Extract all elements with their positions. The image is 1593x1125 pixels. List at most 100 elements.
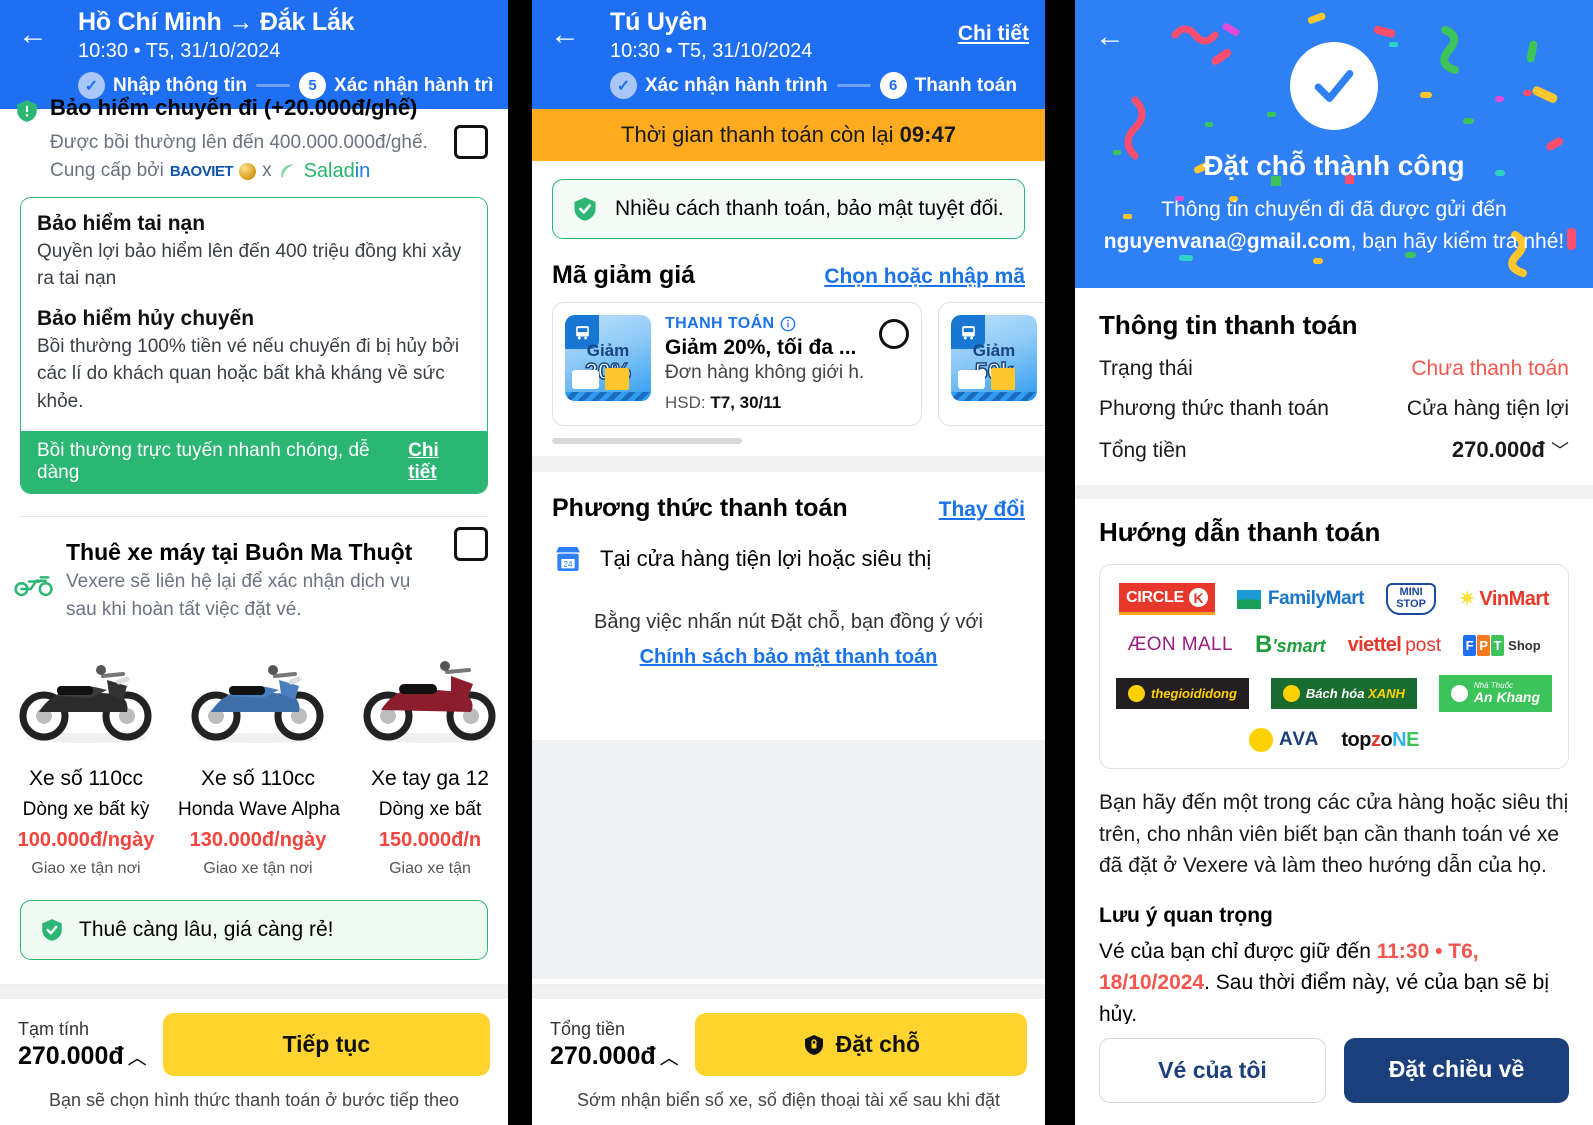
book-seat-button[interactable]: Đặt chỗ [694,1013,1027,1076]
panel-booking-success: ← Đặt chỗ thành công Thông tin chuyến đi… [1075,0,1593,1125]
chevron-down-icon[interactable]: ﹀ [1551,441,1569,461]
insurance-benefits-card: Bảo hiểm tai nạn Quyền lợi bảo hiểm lên … [20,196,488,495]
back-arrow-icon[interactable]: ← [1095,22,1125,52]
voucher-card[interactable]: Giảm 50k [938,302,1045,426]
fpt-shop-text: Shop [1508,637,1541,653]
motorbike-photo [178,637,338,755]
success-content: Đặt chỗ thành công Thông tin chuyến đi đ… [1075,42,1593,257]
step-thanh-toan[interactable]: 6 Thanh toán [879,72,1017,99]
motorbike-card[interactable]: Xe tay ga 12 Dòng xe bất 150.000đ/n Giao… [344,637,508,878]
section-separator [532,456,1045,472]
book-return-trip-button[interactable]: Đặt chiều về [1344,1038,1569,1103]
voucher-radio[interactable] [879,319,909,349]
step-label: Xác nhận hành trình [334,74,494,96]
panel-payment: ← Tú Uyên 10:30 • T5, 31/10/2024 Chi tiế… [532,0,1045,1125]
ticket-shape-icon [958,370,985,389]
motorbike-card[interactable]: Xe số 110cc Dòng xe bất kỳ 100.000đ/ngày… [0,637,172,878]
panel2-header: ← Tú Uyên 10:30 • T5, 31/10/2024 Chi tiế… [532,0,1045,109]
insurance-benefits-footer: Bồi thường trực tuyến nhanh chóng, dễ dà… [21,431,487,494]
voucher-thumbnail: Giảm 20% [565,315,651,401]
success-hero: ← Đặt chỗ thành công Thông tin chuyến đi… [1075,0,1593,288]
agreement-block: Bằng việc nhấn nút Đặt chỗ, bạn đồng ý v… [532,575,1045,673]
chevron-up-icon[interactable]: ︿ [128,1048,147,1069]
step-xac-nhan-hanh-trinh[interactable]: ✓ Xác nhận hành trình [610,72,828,99]
payment-method-title: Phương thức thanh toán [552,494,848,522]
motorbike-delivery: Giao xe tận nơi [31,860,141,878]
familymart-logo: FamilyMart [1236,588,1365,610]
voucher-card[interactable]: Giảm 20% THANH TOÁN Giảm [552,302,922,426]
tgdd-text: thegioididong [1151,686,1237,702]
trip-insurance-line1: Được bồi thường lên đến 400.000.000đ/ghế… [50,132,428,153]
change-payment-method-link[interactable]: Thay đổi [939,498,1025,522]
motorbike-card-list[interactable]: Xe số 110cc Dòng xe bất kỳ 100.000đ/ngày… [0,623,508,878]
success-message: Thông tin chuyến đi đã được gửi đến nguy… [1075,194,1593,257]
topzone-logo: topzoNE [1341,728,1419,751]
voucher-scrollbar[interactable] [552,438,742,444]
voucher-body: THANH TOÁN Giảm 20%, tối đa ... Đơn hàng… [665,315,865,413]
step-divider [256,84,291,87]
motorbike-card[interactable]: Xe số 110cc Honda Wave Alpha 130.000đ/ng… [172,637,344,878]
chevron-up-icon[interactable]: ︿ [660,1048,679,1069]
voucher-zigzag-edge [565,392,651,401]
status-badge: Chưa thanh toán [1411,357,1569,380]
my-tickets-button[interactable]: Vé của tôi [1099,1038,1326,1103]
privacy-policy-link[interactable]: Chính sách bảo mật thanh toán [562,642,1015,673]
step-done-badge: ✓ [610,72,637,99]
success-message-prefix: Thông tin chuyến đi đã được gửi đến [1161,198,1507,221]
benefit-title: Bảo hiểm hủy chuyến [37,306,255,330]
three-panel-screenshot: ← Hồ Chí Minh → Đắk Lắk 10:30 • T5, 31/1… [0,0,1593,1125]
continue-button[interactable]: Tiếp tục [162,1013,490,1076]
countdown-label: Thời gian thanh toán còn lại [621,122,894,147]
payment-method-row[interactable]: 24 Tại cửa hàng tiện lợi hoặc siêu thị [532,523,1045,575]
book-seat-button-label: Đặt chỗ [835,1031,920,1057]
payment-info-row[interactable]: Tổng tiền 270.000đ ﹀ [1099,437,1569,463]
trip-insurance-checkbox[interactable] [454,125,488,159]
gift-shape-icon [605,368,629,390]
circle-k-logo: CIRCLE K [1119,583,1215,615]
store-logo-grid: CIRCLE K FamilyMart MINI STOP ✷ VinMart ÆO… [1099,564,1569,770]
panel-confirm-trip: ← Hồ Chí Minh → Đắk Lắk 10:30 • T5, 31/1… [0,0,508,1125]
insurance-detail-link[interactable]: Chi tiết [408,440,471,484]
motorbike-price: 100.000đ/ngày [17,829,155,852]
payment-info-row: Phương thức thanh toán Cửa hàng tiện lợi [1099,397,1569,421]
bach-hoa-xanh-logo: Bách hóa XANH [1270,678,1417,710]
panel3-bottom-bar: Vé của tôi Đặt chiều về [1075,1024,1593,1125]
ava-text: AVA [1279,729,1320,751]
success-check-badge [1290,42,1378,130]
subtotal-block[interactable]: Tạm tính 270.000đ ︿ [18,1019,147,1071]
subtotal-amount-row: 270.000đ ︿ [18,1042,147,1071]
info-icon[interactable] [780,316,796,332]
motorbike-photo-icon [19,665,152,744]
step-current-badge: 6 [879,72,907,99]
back-arrow-icon[interactable]: ← [18,20,48,50]
success-message-suffix: , bạn hãy kiểm tra nhé! [1350,229,1565,253]
bottom-separator [0,985,508,999]
motorbike-name: Xe số 110cc [200,767,315,791]
logo-row: CIRCLE K FamilyMart MINI STOP ✷ VinMart [1110,583,1558,615]
motorbike-model: Dòng xe bất kỳ [22,799,150,821]
fpt-shop-logo: FPT Shop [1463,634,1541,656]
fpt-mark-icon: FPT [1463,634,1505,656]
benefit-desc: Quyền lợi bảo hiểm lên đến 400 triệu đồn… [37,240,462,290]
motorbike-checkbox[interactable] [454,527,488,562]
motorbike-model: Honda Wave Alpha [178,799,340,821]
choose-voucher-link[interactable]: Chọn hoặc nhập mã [824,265,1025,289]
guide-body-text: Bạn hãy đến một trong các cửa hàng hoặc … [1099,791,1569,878]
row-key: Phương thức thanh toán [1099,397,1329,420]
payment-countdown-banner: Thời gian thanh toán còn lại 09:47 [532,109,1045,161]
detail-link[interactable]: Chi tiết [958,22,1029,46]
total-block[interactable]: Tổng tiền 270.000đ ︿ [550,1019,679,1071]
bhx-text: Bách hóa XANH [1305,686,1405,702]
logo-row: ÆON MALL B'smart viettel post FPT Shop [1110,631,1558,659]
motorbike-desc: Vexere sẽ liên hệ lại để xác nhận dịch v… [66,571,411,620]
panel1-header: ← Hồ Chí Minh → Đắk Lắk 10:30 • T5, 31/1… [0,0,508,109]
back-arrow-icon[interactable]: ← [550,20,580,50]
voucher-list[interactable]: Giảm 20% THANH TOÁN Giảm [532,290,1045,426]
guide-section-header: Hướng dẫn thanh toán [1075,499,1593,548]
viettel-text: viettel [1347,633,1402,656]
bottom-note: Bạn sẽ chọn hình thức thanh toán ở bước … [49,1090,459,1110]
bsmart-text: 'smart [1272,636,1326,656]
discount-section-header: Mã giảm giá Chọn hoặc nhập mã [532,239,1045,290]
vinmart-text: VinMart [1479,587,1549,610]
shield-check-icon [42,919,62,942]
